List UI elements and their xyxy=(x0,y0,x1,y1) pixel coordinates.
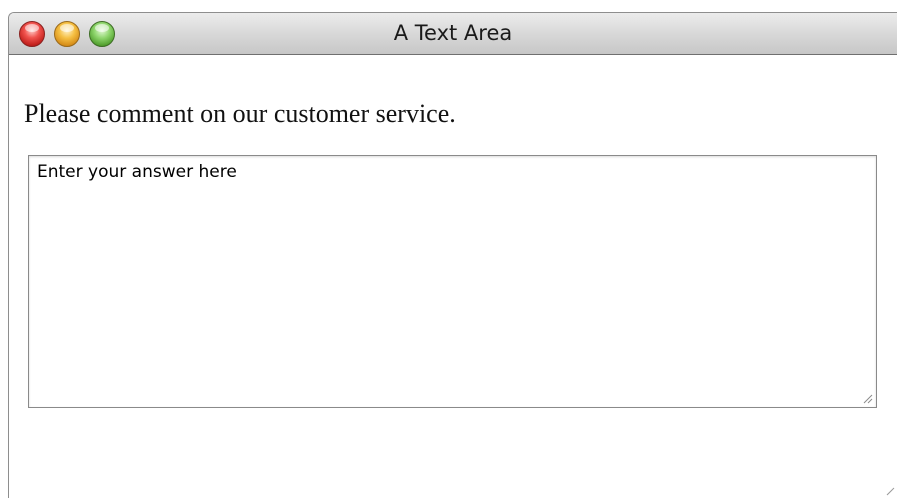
browser-window: A Text Area Please comment on our custom… xyxy=(8,12,897,498)
window-title: A Text Area xyxy=(393,21,513,45)
page-content: Please comment on our customer service. xyxy=(9,55,897,498)
window-resize-grip-icon[interactable] xyxy=(885,486,895,496)
comment-textarea[interactable] xyxy=(28,155,877,408)
question-label: Please comment on our customer service. xyxy=(24,99,456,128)
title-bar[interactable]: A Text Area xyxy=(9,13,897,55)
resize-grip-icon[interactable] xyxy=(861,392,873,404)
